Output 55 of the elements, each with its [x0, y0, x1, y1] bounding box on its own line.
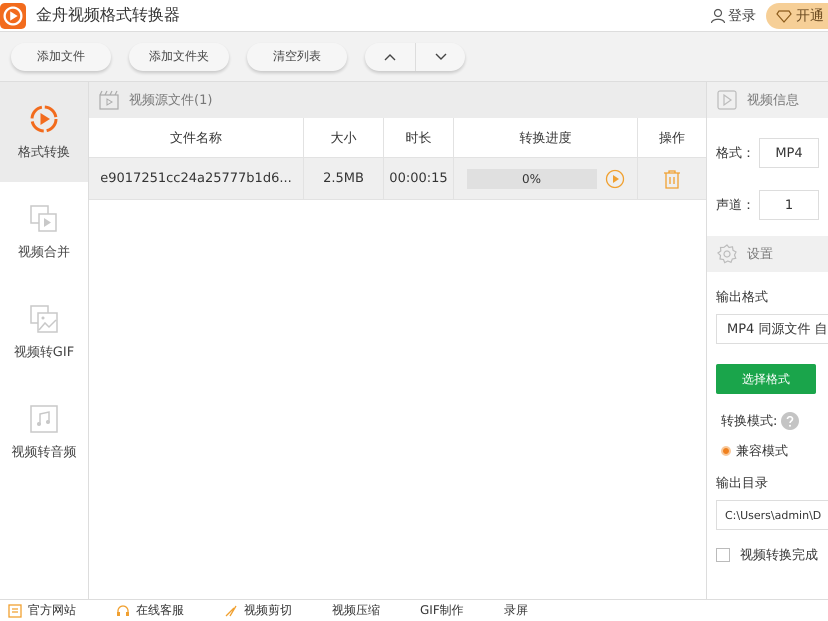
field-value: MP4	[759, 138, 819, 168]
column-header: 大小	[304, 118, 384, 157]
bottom-link[interactable]: GIF制作	[420, 602, 464, 619]
bottom-link[interactable]: 录屏	[504, 602, 528, 619]
column-header: 文件名称	[89, 118, 304, 157]
output-format-label: 输出格式	[716, 289, 768, 306]
bottom-link[interactable]: 视频剪切	[224, 602, 292, 619]
sidebar-item[interactable]: 视频合并	[0, 182, 88, 282]
bottom-link[interactable]: 在线客服	[116, 602, 184, 619]
play-circle-icon	[28, 103, 60, 135]
toolbar-button[interactable]: 添加文件	[11, 42, 111, 70]
sidebar-item[interactable]: 视频转GIF	[0, 282, 88, 382]
login-button[interactable]: 登录	[710, 6, 756, 24]
after-done-checkbox[interactable]: 视频转换完成	[716, 546, 818, 564]
vip-button[interactable]: 开通	[766, 2, 828, 28]
section-title: 视频源文件(1)	[129, 92, 212, 109]
play-square-icon	[717, 90, 737, 110]
field-label: 格式：	[716, 145, 755, 162]
bottom-link[interactable]: 官方网站	[8, 602, 76, 619]
window-title: 金舟视频格式转换器	[36, 5, 180, 26]
music-note-icon	[28, 403, 60, 435]
diamond-icon	[776, 8, 792, 24]
chevron-down-icon	[434, 52, 446, 60]
file-name-cell: e9017251cc24a25777b1d6...	[89, 158, 304, 199]
size-cell: 2.5MB	[304, 158, 384, 199]
output-format-field[interactable]: MP4 同源文件 自	[716, 314, 828, 344]
headset-icon	[116, 604, 130, 618]
document-icon	[8, 604, 22, 618]
output-dir-label: 输出目录	[716, 475, 768, 492]
sidebar-item[interactable]: 格式转换	[0, 82, 88, 182]
bottom-link[interactable]: 视频压缩	[332, 602, 380, 619]
stacked-video-icon	[28, 203, 60, 235]
duration-cell: 00:00:15	[384, 158, 454, 199]
section-title: 视频信息	[747, 92, 799, 109]
field-label: 声道：	[716, 197, 755, 214]
play-button[interactable]	[604, 168, 624, 188]
sidebar-item[interactable]: 视频转音频	[0, 382, 88, 482]
mode-radio[interactable]: 兼容模式	[721, 442, 788, 460]
clapperboard-icon	[99, 90, 119, 110]
output-dir-field[interactable]: C:\Users\admin\D	[716, 500, 828, 530]
mode-label: 转换模式:	[721, 413, 778, 430]
column-header: 转换进度	[454, 118, 638, 157]
toolbar-button[interactable]: 清空列表	[247, 42, 347, 70]
help-icon[interactable]	[781, 412, 800, 430]
settings-icon	[717, 244, 737, 264]
column-header: 操作	[658, 130, 686, 148]
chevron-up-icon	[384, 52, 396, 60]
user-icon	[710, 8, 726, 24]
toolbar-button[interactable]: 添加文件夹	[129, 42, 229, 70]
field-value: 1	[759, 190, 819, 220]
progress-bar: 0%	[466, 168, 596, 188]
column-header: 时长	[384, 118, 454, 157]
section-title: 设置	[747, 246, 773, 263]
delete-button[interactable]	[662, 168, 682, 188]
stacked-image-icon	[28, 303, 60, 335]
